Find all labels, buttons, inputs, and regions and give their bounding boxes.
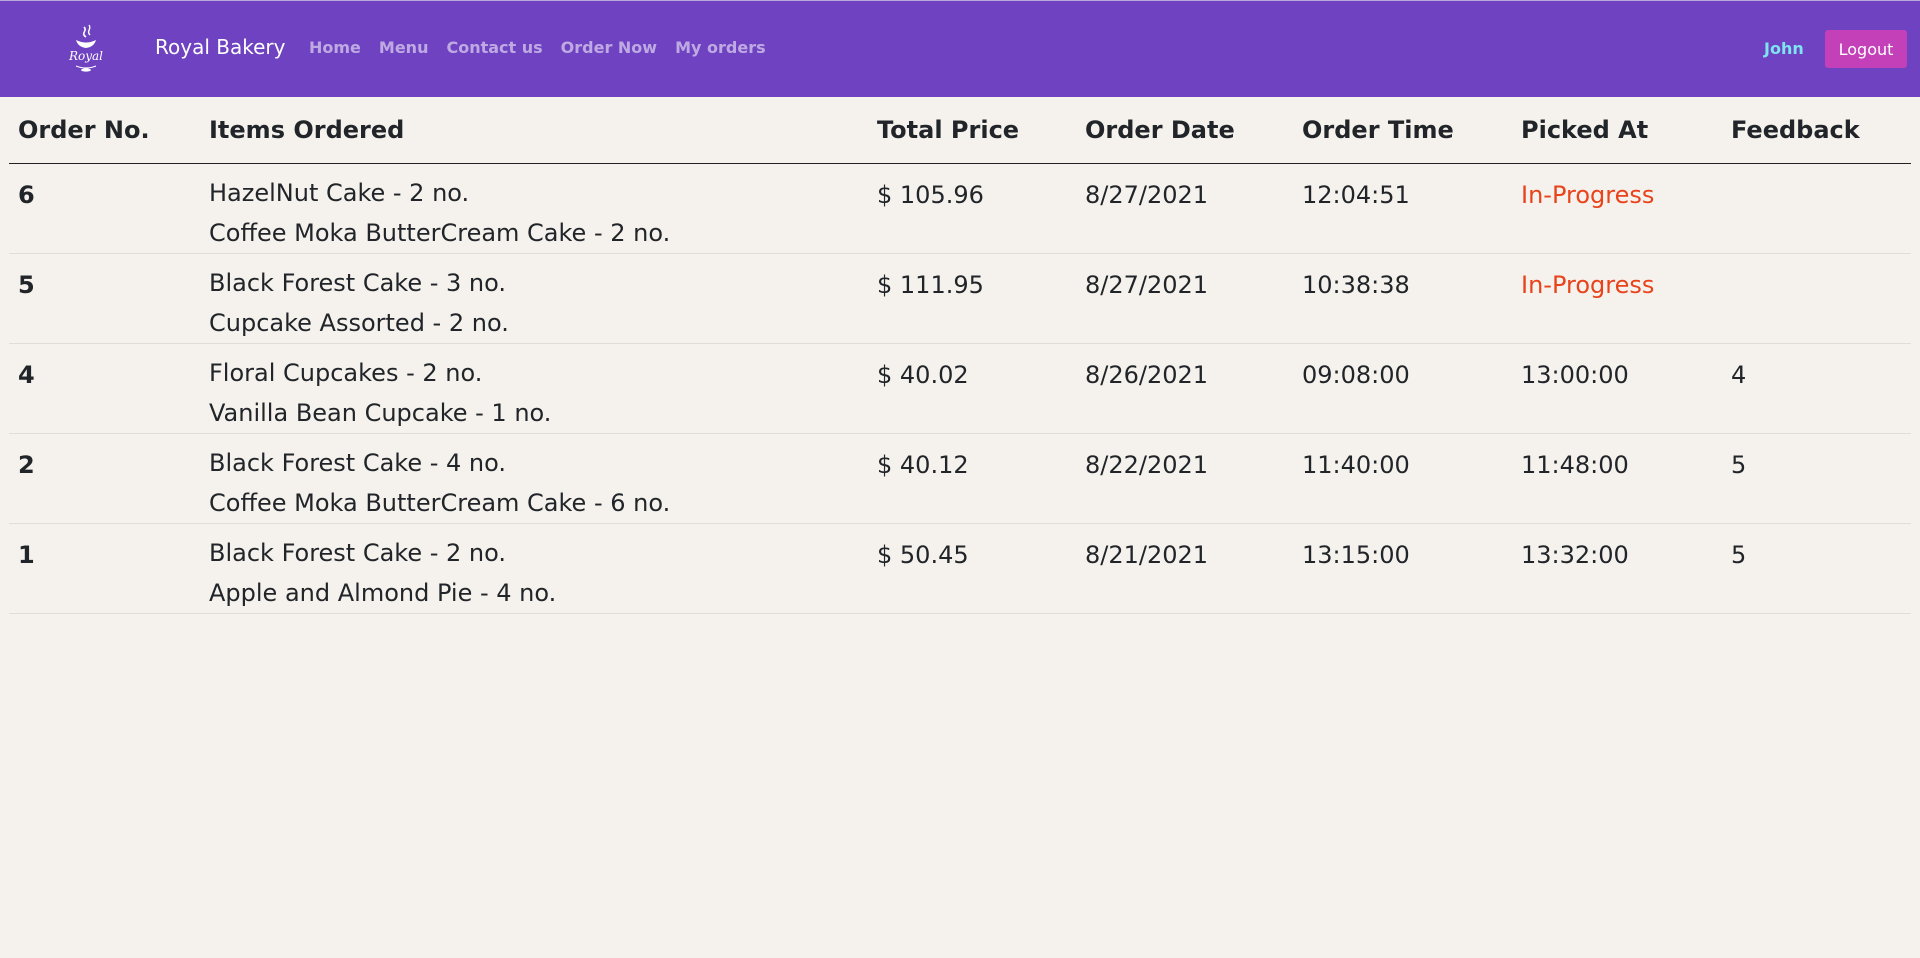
header-order-time: Order Time xyxy=(1293,97,1512,164)
items-ordered: Black Forest Cake - 2 no. Apple and Almo… xyxy=(200,523,868,614)
nav-link-order-now[interactable]: Order Now xyxy=(561,38,657,58)
item-line: Coffee Moka ButterCream Cake - 6 no. xyxy=(209,489,671,517)
item-line: Floral Cupcakes - 2 no. xyxy=(209,359,483,387)
items-ordered: HazelNut Cake - 2 no. Coffee Moka Butter… xyxy=(200,163,868,254)
total-price: $ 50.45 xyxy=(868,523,1076,614)
table-row: 5 Black Forest Cake - 3 no. Cupcake Asso… xyxy=(9,253,1911,344)
nav-link-home[interactable]: Home xyxy=(309,38,361,58)
order-date: 8/22/2021 xyxy=(1076,433,1293,524)
item-line: HazelNut Cake - 2 no. xyxy=(209,179,470,207)
order-number: 6 xyxy=(9,163,200,254)
items-ordered: Black Forest Cake - 4 no. Coffee Moka Bu… xyxy=(200,433,868,524)
nav-link-menu[interactable]: Menu xyxy=(379,38,429,58)
order-date: 8/27/2021 xyxy=(1076,253,1293,344)
total-price: $ 105.96 xyxy=(868,163,1076,254)
header-total-price: Total Price xyxy=(868,97,1076,164)
order-date: 8/27/2021 xyxy=(1076,163,1293,254)
order-date: 8/26/2021 xyxy=(1076,343,1293,434)
order-time: 09:08:00 xyxy=(1293,343,1512,434)
items-ordered: Black Forest Cake - 3 no. Cupcake Assort… xyxy=(200,253,868,344)
table-header-row: Order No. Items Ordered Total Price Orde… xyxy=(9,97,1911,164)
picked-at-time: 11:48:00 xyxy=(1512,433,1722,524)
feedback-rating xyxy=(1722,163,1911,254)
header-picked-at: Picked At xyxy=(1512,97,1722,164)
table-row: 6 HazelNut Cake - 2 no. Coffee Moka Butt… xyxy=(9,163,1911,254)
top-navbar: Royal Royal Bakery Home Menu Contact us … xyxy=(0,0,1920,97)
table-row: 1 Black Forest Cake - 2 no. Apple and Al… xyxy=(9,523,1911,614)
royal-bakery-logo-icon[interactable]: Royal xyxy=(64,23,108,75)
item-line: Coffee Moka ButterCream Cake - 2 no. xyxy=(209,219,671,247)
total-price: $ 40.12 xyxy=(868,433,1076,524)
item-line: Vanilla Bean Cupcake - 1 no. xyxy=(209,399,552,427)
order-number: 1 xyxy=(9,523,200,614)
order-time: 12:04:51 xyxy=(1293,163,1512,254)
total-price: $ 40.02 xyxy=(868,343,1076,434)
picked-at-time: 13:32:00 xyxy=(1512,523,1722,614)
item-line: Black Forest Cake - 4 no. xyxy=(209,449,507,477)
order-number: 4 xyxy=(9,343,200,434)
nav-links: Home Menu Contact us Order Now My orders xyxy=(309,38,766,58)
feedback-rating: 4 xyxy=(1722,343,1911,434)
table-row: 4 Floral Cupcakes - 2 no. Vanilla Bean C… xyxy=(9,343,1911,434)
order-number: 2 xyxy=(9,433,200,524)
header-items-ordered: Items Ordered xyxy=(200,97,868,164)
header-feedback: Feedback xyxy=(1722,97,1911,164)
logo-text: Royal xyxy=(68,49,103,63)
order-time: 11:40:00 xyxy=(1293,433,1512,524)
order-time: 13:15:00 xyxy=(1293,523,1512,614)
nav-link-my-orders[interactable]: My orders xyxy=(675,38,766,58)
items-ordered: Floral Cupcakes - 2 no. Vanilla Bean Cup… xyxy=(200,343,868,434)
item-line: Cupcake Assorted - 2 no. xyxy=(209,309,509,337)
item-line: Black Forest Cake - 2 no. xyxy=(209,539,507,567)
brand-name[interactable]: Royal Bakery xyxy=(155,35,285,59)
table-row: 2 Black Forest Cake - 4 no. Coffee Moka … xyxy=(9,433,1911,524)
picked-at-status: In-Progress xyxy=(1512,163,1722,254)
feedback-rating: 5 xyxy=(1722,433,1911,524)
orders-table: Order No. Items Ordered Total Price Orde… xyxy=(9,97,1911,614)
item-line: Apple and Almond Pie - 4 no. xyxy=(209,579,557,607)
picked-at-time: 13:00:00 xyxy=(1512,343,1722,434)
logout-button[interactable]: Logout xyxy=(1825,30,1907,68)
feedback-rating: 5 xyxy=(1722,523,1911,614)
header-order-date: Order Date xyxy=(1076,97,1293,164)
item-line: Black Forest Cake - 3 no. xyxy=(209,269,507,297)
total-price: $ 111.95 xyxy=(868,253,1076,344)
feedback-rating xyxy=(1722,253,1911,344)
picked-at-status: In-Progress xyxy=(1512,253,1722,344)
order-number: 5 xyxy=(9,253,200,344)
order-time: 10:38:38 xyxy=(1293,253,1512,344)
header-order-no: Order No. xyxy=(9,97,200,164)
user-name-link[interactable]: John xyxy=(1764,39,1804,59)
nav-link-contact-us[interactable]: Contact us xyxy=(446,38,542,58)
order-date: 8/21/2021 xyxy=(1076,523,1293,614)
